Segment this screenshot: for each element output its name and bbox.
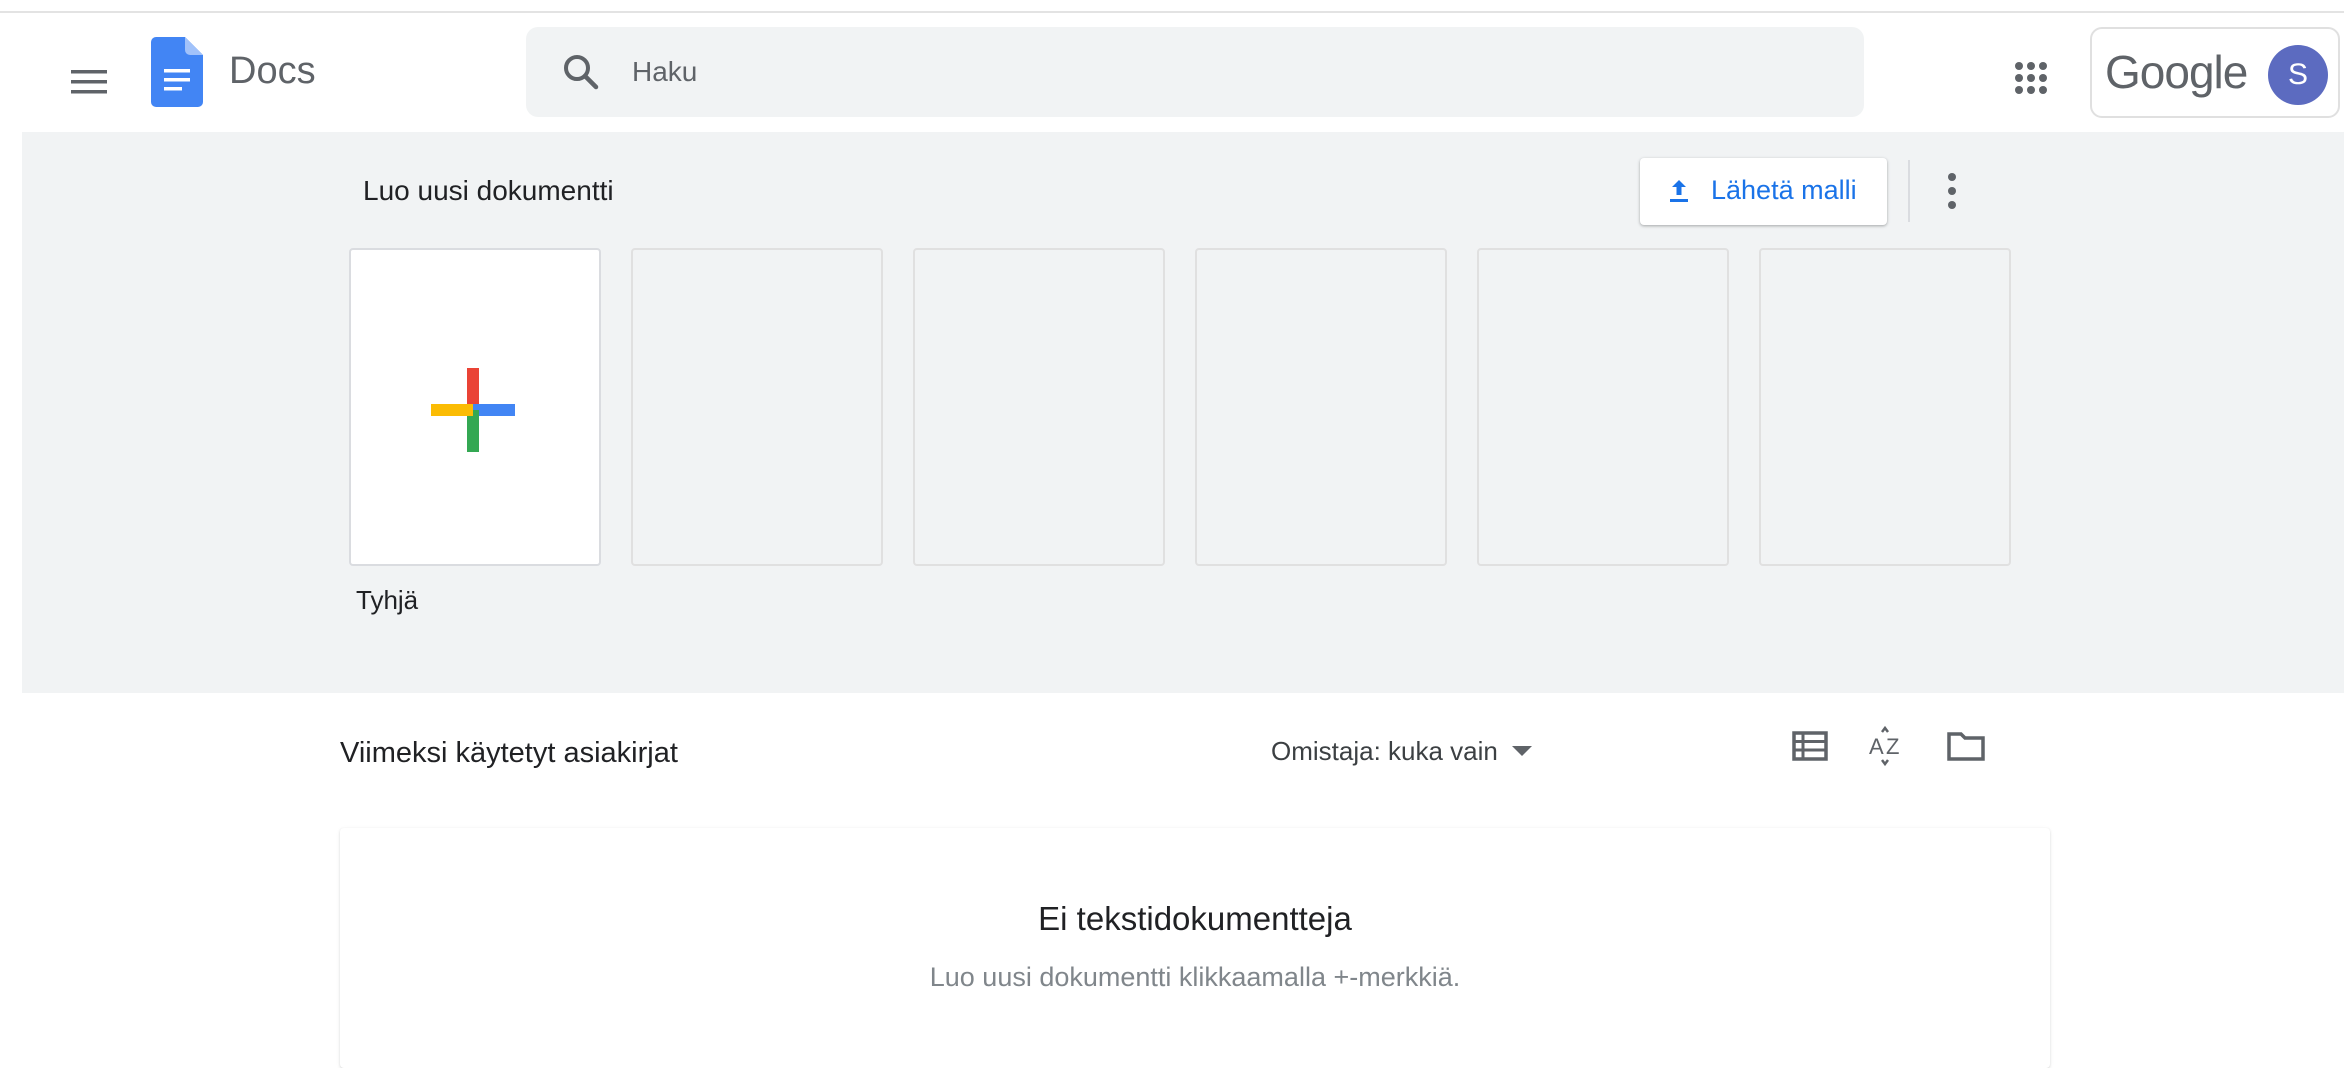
top-border bbox=[0, 0, 2344, 13]
main-menu-button[interactable] bbox=[62, 55, 116, 109]
template-card[interactable] bbox=[1195, 248, 1447, 566]
google-wordmark: Google bbox=[2105, 46, 2248, 98]
template-label-blank[interactable]: Tyhjä bbox=[356, 585, 418, 616]
recent-documents-title: Viimeksi käytetyt asiakirjat bbox=[340, 737, 678, 769]
plus-icon bbox=[431, 368, 515, 452]
template-card[interactable] bbox=[913, 248, 1165, 566]
list-view-icon bbox=[1792, 731, 1828, 761]
template-more-button[interactable] bbox=[1934, 165, 1970, 217]
upload-template-label: Lähetä malli bbox=[1711, 175, 1857, 205]
template-card[interactable] bbox=[631, 248, 883, 566]
template-card[interactable] bbox=[1477, 248, 1729, 566]
docs-logo-icon[interactable] bbox=[151, 37, 203, 107]
sort-button[interactable]: A Z bbox=[1866, 724, 1910, 768]
list-view-button[interactable] bbox=[1788, 724, 1832, 768]
owner-filter-label: Omistaja: kuka vain bbox=[1271, 735, 1498, 766]
search-bar[interactable] bbox=[526, 27, 1864, 117]
hamburger-menu-icon bbox=[71, 70, 107, 94]
upload-template-button[interactable]: Lähetä malli bbox=[1640, 158, 1887, 225]
search-input[interactable] bbox=[632, 47, 1832, 97]
empty-state-title: Ei tekstidokumentteja bbox=[1038, 900, 1352, 937]
sort-az-icon: A Z bbox=[1869, 725, 1899, 767]
search-icon[interactable] bbox=[559, 50, 603, 94]
svg-text:Z: Z bbox=[1886, 734, 1899, 759]
folder-icon bbox=[1947, 732, 1985, 761]
avatar[interactable]: S bbox=[2268, 45, 2328, 105]
empty-state-subtitle: Luo uusi dokumentti klikkaamalla +-merkk… bbox=[929, 962, 1461, 992]
svg-text:A: A bbox=[1869, 734, 1884, 759]
apps-grid-icon[interactable] bbox=[2005, 52, 2057, 104]
toolbar-divider bbox=[1908, 160, 1910, 222]
folder-picker-button[interactable] bbox=[1944, 724, 1988, 768]
app-header: Docs Google S bbox=[0, 15, 2344, 132]
chevron-down-icon bbox=[1511, 746, 1532, 756]
owner-filter-dropdown[interactable]: Omistaja: kuka vain bbox=[1271, 731, 1532, 771]
more-vert-icon bbox=[1948, 173, 1956, 209]
template-card[interactable] bbox=[1759, 248, 2011, 566]
empty-state-card: Ei tekstidokumentteja Luo uusi dokumentt… bbox=[340, 828, 2050, 1068]
template-card-blank[interactable] bbox=[349, 248, 601, 566]
app-name[interactable]: Docs bbox=[229, 47, 316, 95]
account-button[interactable]: Google S bbox=[2090, 27, 2340, 118]
upload-icon bbox=[1670, 180, 1688, 202]
template-gallery-title: Luo uusi dokumentti bbox=[363, 175, 614, 206]
